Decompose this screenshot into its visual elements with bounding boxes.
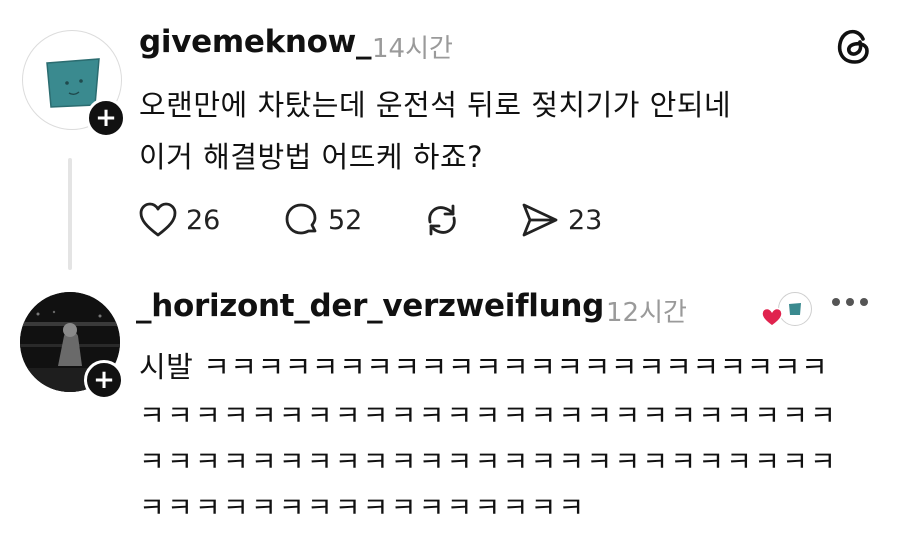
plus-icon: +: [93, 365, 115, 395]
avatar-image: [789, 303, 801, 315]
like-count: 26: [186, 204, 221, 236]
follow-button[interactable]: +: [84, 360, 124, 400]
threads-logo-icon[interactable]: [834, 26, 874, 66]
share-count: 23: [568, 204, 603, 236]
send-icon: [522, 203, 558, 237]
thread-connector-line: [68, 158, 72, 270]
heart-icon: [139, 202, 177, 237]
reply-text-line-1: 시발 ㅋㅋㅋㅋㅋㅋㅋㅋㅋㅋㅋㅋㅋㅋㅋㅋㅋㅋㅋㅋㅋㅋㅋ: [139, 350, 829, 384]
more-dots-icon[interactable]: [832, 298, 868, 306]
reply-text-line-4: ㅋㅋㅋㅋㅋㅋㅋㅋㅋㅋㅋㅋㅋㅋㅋㅋ: [139, 491, 587, 524]
post-username[interactable]: givemeknow_: [139, 24, 372, 60]
post-text-line-2: 이거 해결방법 어뜨케 하죠?: [139, 140, 484, 174]
repost-icon: [428, 204, 456, 236]
share-button[interactable]: 23: [520, 198, 602, 242]
comment-bubble-icon: [285, 203, 317, 235]
follow-button[interactable]: +: [86, 98, 126, 138]
reply-text-line-3: ㅋㅋㅋㅋㅋㅋㅋㅋㅋㅋㅋㅋㅋㅋㅋㅋㅋㅋㅋㅋㅋㅋㅋㅋㅋ: [139, 445, 839, 478]
post-timestamp: 14시간: [372, 34, 453, 64]
repost-button[interactable]: [422, 198, 462, 242]
post-text-line-1: 오랜만에 차탔는데 운전석 뒤로 젖치기가 안되네: [139, 88, 732, 122]
heart-icon: [760, 306, 784, 332]
reply-timestamp: 12시간: [606, 298, 687, 328]
plus-icon: +: [95, 103, 117, 133]
reply-count: 52: [328, 204, 363, 236]
like-button[interactable]: 26: [138, 198, 220, 242]
reply-username[interactable]: _horizont_der_verzweiflung: [136, 288, 604, 324]
reply-text-line-2: ㅋㅋㅋㅋㅋㅋㅋㅋㅋㅋㅋㅋㅋㅋㅋㅋㅋㅋㅋㅋㅋㅋㅋㅋㅋ: [139, 399, 839, 432]
reply-button[interactable]: 52: [282, 198, 362, 242]
